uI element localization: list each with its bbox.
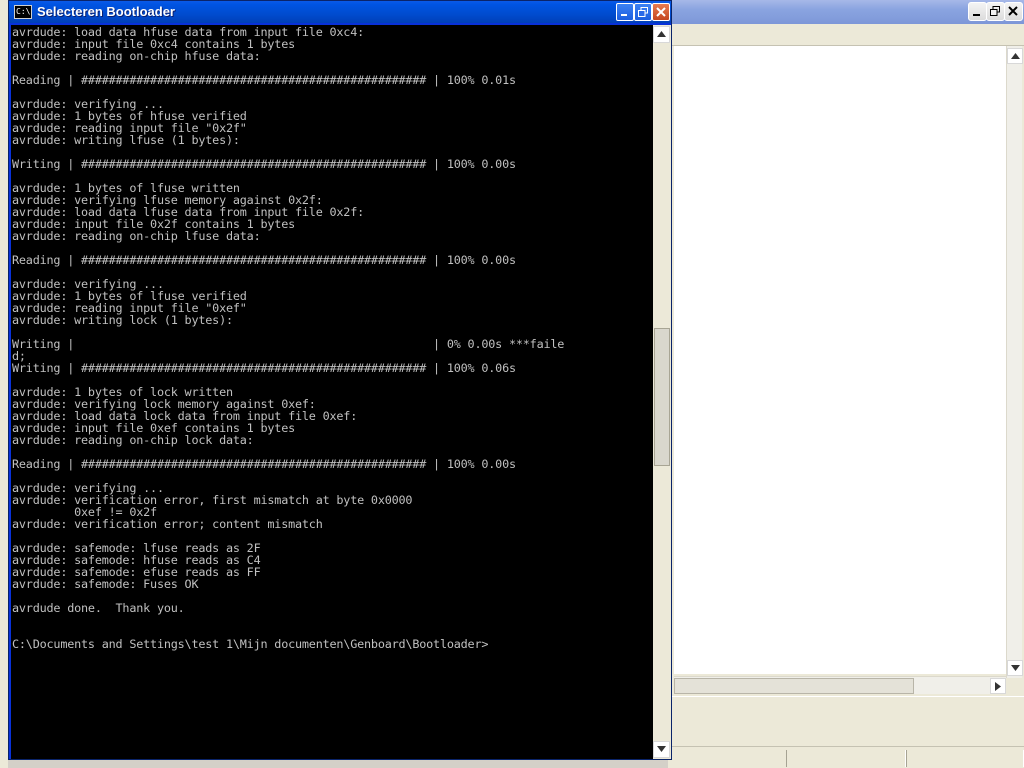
console-scroll-thumb[interactable] [654,328,670,466]
horizontal-scroll-thumb[interactable] [674,678,914,694]
minimize-icon [621,14,627,16]
console-output-area[interactable]: avrdude: load data hfuse data from input… [11,25,653,759]
scroll-right-button[interactable] [990,678,1006,694]
arrow-up-icon [657,31,666,37]
background-vertical-scrollbar[interactable] [1006,46,1023,678]
console-line: Reading | ##############################… [12,73,516,87]
console-line: Writing | | 0% 0.00s ***faile [12,337,565,351]
minimize-button[interactable] [616,3,634,21]
minimize-icon [973,14,980,16]
cmd-icon[interactable]: C:\ [14,5,32,19]
console-line: Reading | ##############################… [12,457,516,471]
restore-icon [990,6,1000,16]
console-line: Reading | ##############################… [12,253,516,267]
arrow-down-icon [657,746,666,752]
console-line: avrdude: reading on-chip lock data: [12,433,254,447]
close-icon [656,7,666,17]
console-window: C:\ Selecteren Bootloader avrdude: load … [8,0,672,760]
cmd-icon-text: C:\ [16,7,31,16]
desktop-edge [0,0,8,768]
window-title: Selecteren Bootloader [37,4,175,19]
restore-icon [638,7,648,17]
console-text: avrdude: load data hfuse data from input… [12,26,564,650]
console-line: avrdude: reading on-chip lfuse data: [12,229,261,243]
scroll-down-button[interactable] [1007,660,1023,676]
bg-close-button[interactable] [1004,2,1023,21]
console-line: avrdude: safemode: Fuses OK [12,577,199,591]
arrow-down-icon [1011,665,1020,671]
background-panel [668,696,1024,744]
scroll-down-button[interactable] [653,741,670,758]
console-line: Writing | ##############################… [12,361,516,375]
close-icon [1008,6,1018,16]
console-line: C:\Documents and Settings\test 1\Mijn do… [12,637,489,651]
console-line: avrdude: writing lock (1 bytes): [12,313,233,327]
status-segment [786,750,906,767]
console-titlebar[interactable]: C:\ Selecteren Bootloader [9,1,671,23]
scroll-up-button[interactable] [653,26,670,43]
background-toolbar [668,24,1024,46]
console-line: avrdude: reading on-chip hfuse data: [12,49,261,63]
bg-minimize-button[interactable] [968,2,987,21]
scroll-up-button[interactable] [1007,48,1023,64]
arrow-right-icon [995,682,1001,691]
background-window [668,0,1024,768]
background-content-area[interactable] [674,46,1010,674]
arrow-up-icon [1011,53,1020,59]
background-horizontal-scrollbar[interactable] [674,676,1006,694]
console-line: Writing | ##############################… [12,157,516,171]
bg-restore-button[interactable] [986,2,1005,21]
background-statusbar [668,746,1024,768]
console-line: avrdude: writing lfuse (1 bytes): [12,133,240,147]
console-line: avrdude: verification error; content mis… [12,517,323,531]
background-window-titlebar[interactable] [668,0,1024,24]
close-button[interactable] [652,3,670,21]
restore-button[interactable] [634,3,652,21]
console-vertical-scrollbar[interactable] [653,25,671,759]
console-line: avrdude done. Thank you. [12,601,185,615]
status-segment [906,750,1024,767]
